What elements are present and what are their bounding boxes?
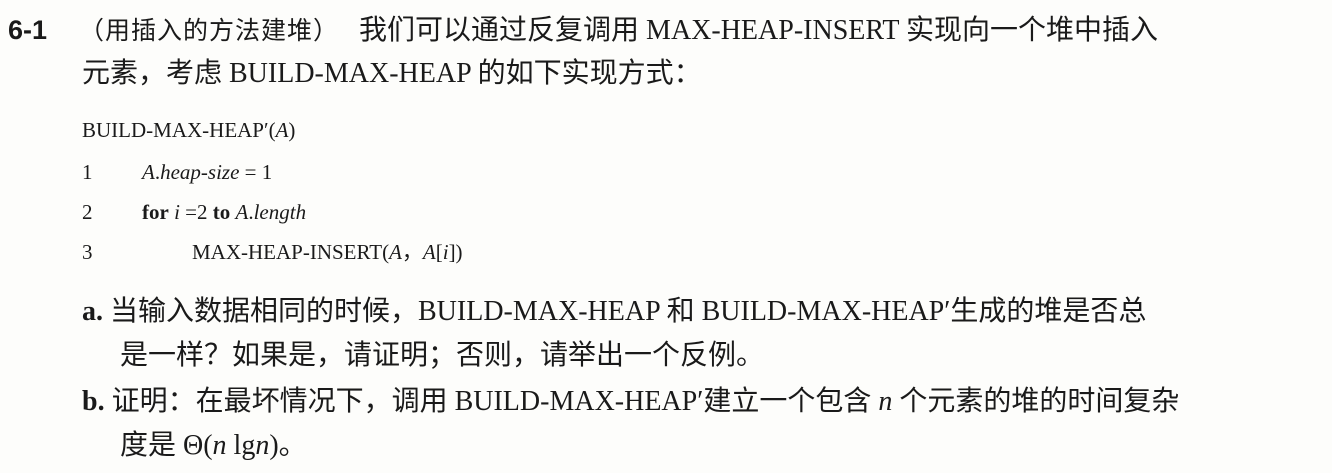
code-line-number: 3: [82, 240, 93, 264]
code-procedure-name: BUILD-MAX-HEAP′(: [82, 118, 276, 142]
part-b-line-1: b. 证明：在最坏情况下，调用 BUILD-MAX-HEAP′建立一个包含 n …: [82, 384, 1179, 420]
code-line-number: 2: [82, 200, 93, 224]
part-b-text-2a: 度是 Θ(: [120, 430, 213, 461]
part-a-label: a.: [82, 296, 103, 327]
problem-statement-line-1: 我们可以通过反复调用 MAX-HEAP-INSERT 实现向一个堆中插入: [359, 15, 1158, 46]
code-field-heap-size: heap-size: [160, 160, 240, 184]
code-keyword-to: to: [212, 200, 231, 224]
problem-statement-line-2: 元素，考虑 BUILD-MAX-HEAP 的如下实现方式：: [82, 58, 702, 89]
code-bracket-close: ]): [448, 240, 463, 264]
part-b-var-n: n: [878, 386, 893, 417]
part-b-text-1a: 证明：在最坏情况下，调用 BUILD-MAX-HEAP′建立一个包含: [111, 386, 879, 417]
code-init: =2: [179, 200, 213, 224]
code-arg-a2: A: [422, 240, 436, 264]
code-keyword-for: for: [142, 200, 169, 224]
code-arg-a: A: [389, 240, 402, 264]
code-line-number: 1: [82, 160, 93, 184]
part-b-line-2: 度是 Θ(n lgn)。: [120, 428, 307, 464]
code-var-a: A: [235, 200, 249, 224]
problem-number: 6-1: [8, 15, 48, 45]
textbook-page: 6-1 （用插入的方法建堆） 我们可以通过反复调用 MAX-HEAP-INSER…: [0, 0, 1332, 473]
code-bracket-open: [: [435, 240, 443, 264]
code-line-3: MAX-HEAP-INSERT(A，A[i]): [192, 238, 463, 266]
code-sep: ，: [401, 240, 423, 264]
code-line-1: A.heap-size = 1: [142, 158, 272, 186]
code-line-2: for i =2 to A.length: [142, 198, 306, 226]
part-b-text-1b: 个元素的堆的时间复杂: [892, 386, 1180, 417]
code-assign: = 1: [239, 160, 273, 184]
code-procedure-arg: A: [275, 118, 289, 142]
part-b-var-n: n: [255, 430, 270, 461]
code-var-a: A: [142, 160, 155, 184]
code-field-length: length: [253, 200, 307, 224]
code-procedure-close: ): [288, 118, 296, 142]
code-call-insert: MAX-HEAP-INSERT(: [192, 240, 390, 264]
part-a-line-2: 是一样？如果是，请证明；否则，请举出一个反例。: [120, 340, 765, 371]
problem-header-line-1: 6-1 （用插入的方法建堆） 我们可以通过反复调用 MAX-HEAP-INSER…: [8, 12, 1158, 50]
part-b-text-2b: )。: [269, 430, 307, 461]
part-a-line-1: a. 当输入数据相同的时候，BUILD-MAX-HEAP 和 BUILD-MAX…: [82, 294, 1146, 330]
part-b-label: b.: [82, 386, 105, 417]
problem-subtitle: （用插入的方法建堆）: [79, 18, 340, 45]
part-b-lg: lg: [226, 430, 256, 461]
part-b-var-n: n: [212, 430, 227, 461]
part-a-text-1: 当输入数据相同的时候，BUILD-MAX-HEAP 和 BUILD-MAX-HE…: [110, 296, 1147, 327]
code-header: BUILD-MAX-HEAP′(A): [82, 116, 295, 144]
